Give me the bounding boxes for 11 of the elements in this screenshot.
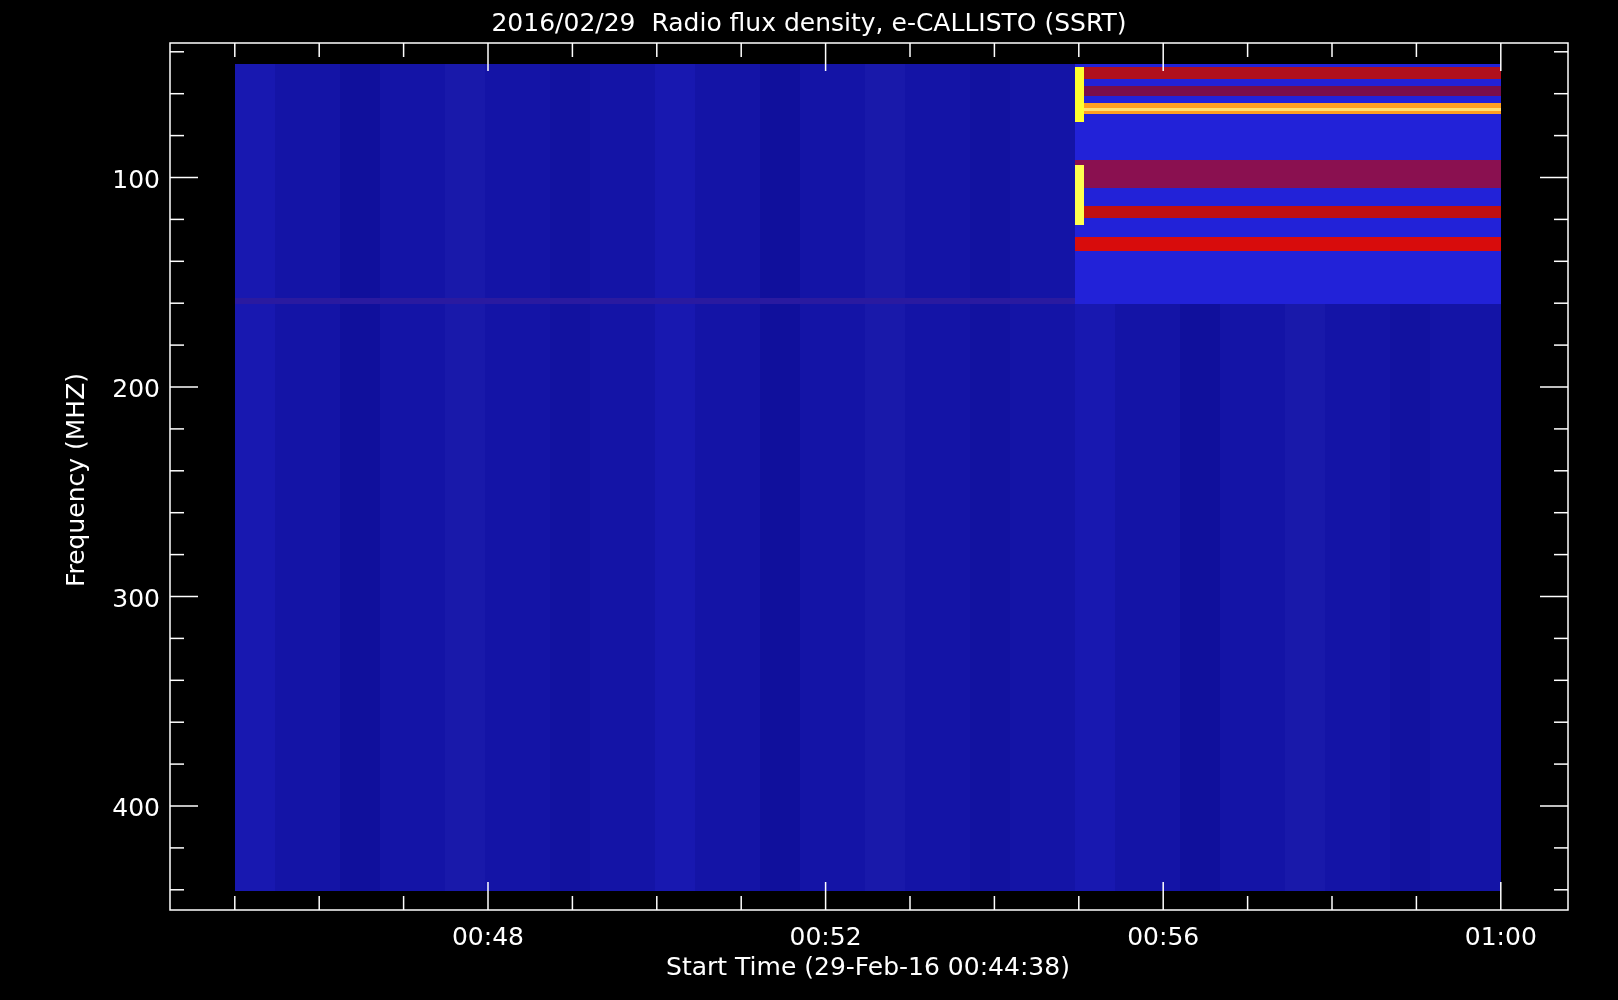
axis-title: Start Time (29-Feb-16 00:44:38) [666, 952, 1070, 981]
tick-label: 01:00 [1464, 922, 1537, 951]
axis-title: Frequency (MHZ) [61, 372, 90, 588]
tick-label: 00:48 [452, 922, 524, 951]
tick-label: 100 [112, 164, 160, 194]
tick-label: 200 [112, 374, 160, 403]
tick-label: 400 [112, 793, 160, 822]
tick-label: 00:56 [1127, 922, 1200, 951]
tick-label: 00:52 [789, 922, 862, 951]
tick-label: 300 [112, 583, 160, 613]
chart-title: 2016/02/29 Radio flux density, e-CALLISTO (SSRT) [491, 8, 1127, 37]
